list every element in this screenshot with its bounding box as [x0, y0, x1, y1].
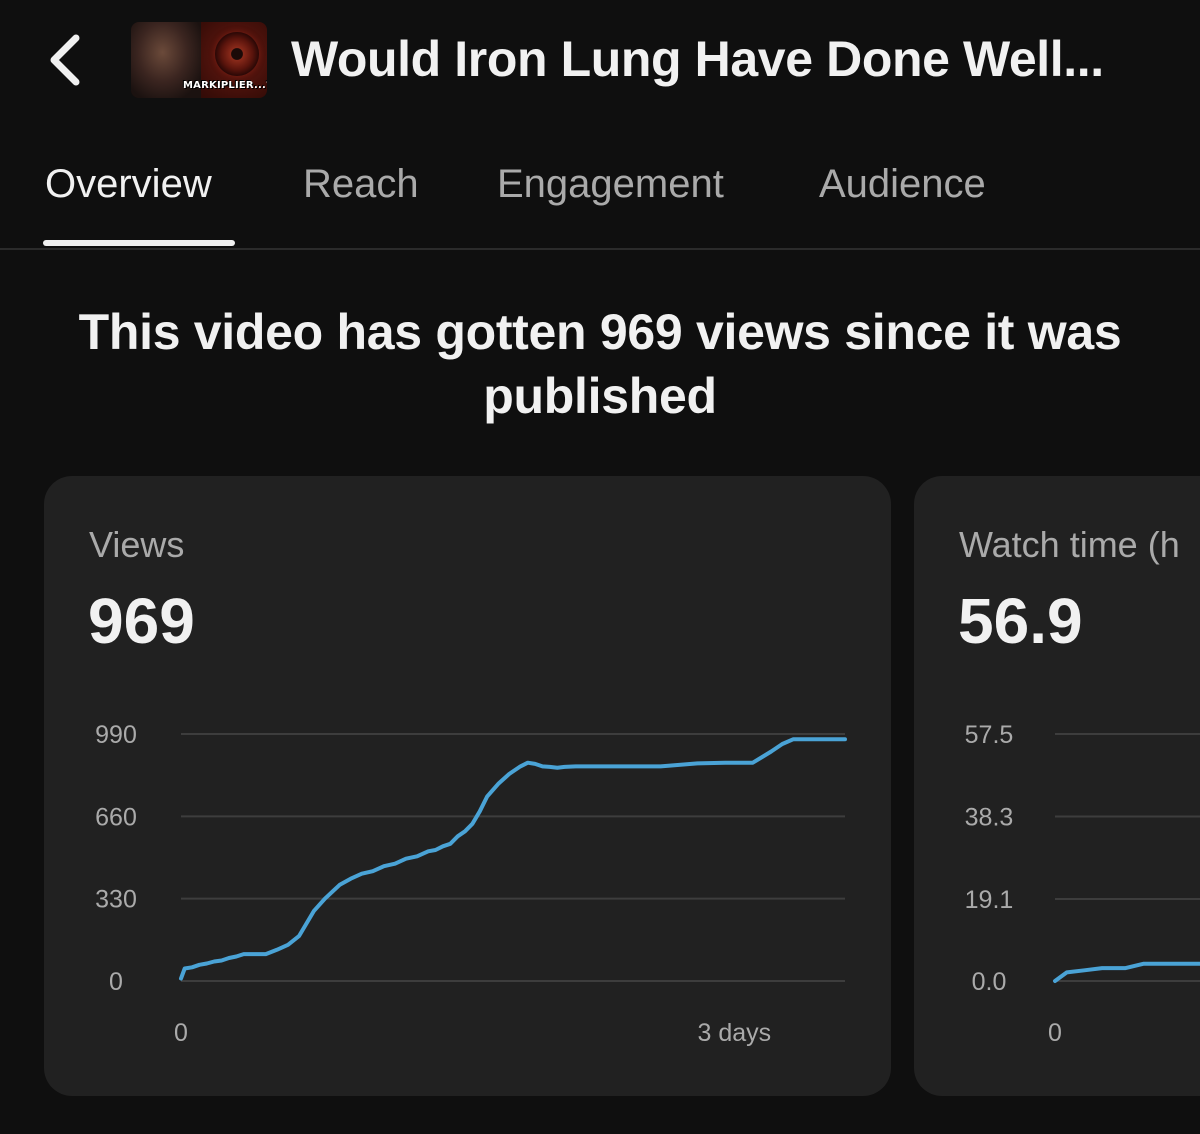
header: MARKIPLIER...? Would Iron Lung Have Done… [0, 0, 1200, 125]
series-line [1053, 961, 1200, 983]
y-tick-label: 0.0 [972, 968, 1007, 996]
tab-reach[interactable]: Reach [303, 162, 419, 207]
summary-headline: This video has gotten 969 views since it… [78, 304, 1122, 424]
chevron-left-icon [50, 34, 80, 86]
x-tick-label: 3 days [697, 1019, 771, 1047]
watch-time-card[interactable]: Watch time (h 56.9 57.5 38.3 19.1 0.0 0 [914, 476, 1200, 1096]
y-tick-label: 330 [95, 886, 137, 914]
y-tick-label: 38.3 [965, 803, 1014, 831]
tab-overview[interactable]: Overview [45, 162, 212, 207]
y-tick-label: 990 [95, 721, 137, 749]
x-tick-label: 0 [174, 1019, 188, 1047]
watch-time-chart: 57.5 38.3 19.1 0.0 0 [965, 721, 1200, 1047]
y-tick-label: 0 [109, 968, 123, 996]
y-tick-label: 660 [95, 803, 137, 831]
series-line [179, 737, 847, 981]
tab-engagement[interactable]: Engagement [497, 162, 724, 207]
thumbnail-eye [215, 32, 259, 76]
views-card[interactable]: Views 969 990 660 330 0 0 3 days [44, 476, 891, 1096]
tab-bar: Overview Reach Engagement Audience [0, 140, 1200, 250]
video-title: Would Iron Lung Have Done Well... [291, 31, 1104, 87]
analytics-page: MARKIPLIER...? Would Iron Lung Have Done… [0, 0, 1200, 1134]
tabs-divider [0, 248, 1200, 250]
back-button[interactable] [36, 28, 92, 92]
y-tick-label: 57.5 [965, 721, 1014, 749]
video-thumbnail[interactable]: MARKIPLIER...? [131, 22, 267, 98]
thumbnail-text: MARKIPLIER...? [183, 80, 267, 91]
x-tick-label: 0 [1048, 1019, 1062, 1047]
views-chart: 990 660 330 0 0 3 days [95, 721, 847, 1047]
active-tab-indicator [43, 240, 235, 246]
y-tick-label: 19.1 [965, 886, 1014, 914]
tab-audience[interactable]: Audience [819, 162, 986, 207]
